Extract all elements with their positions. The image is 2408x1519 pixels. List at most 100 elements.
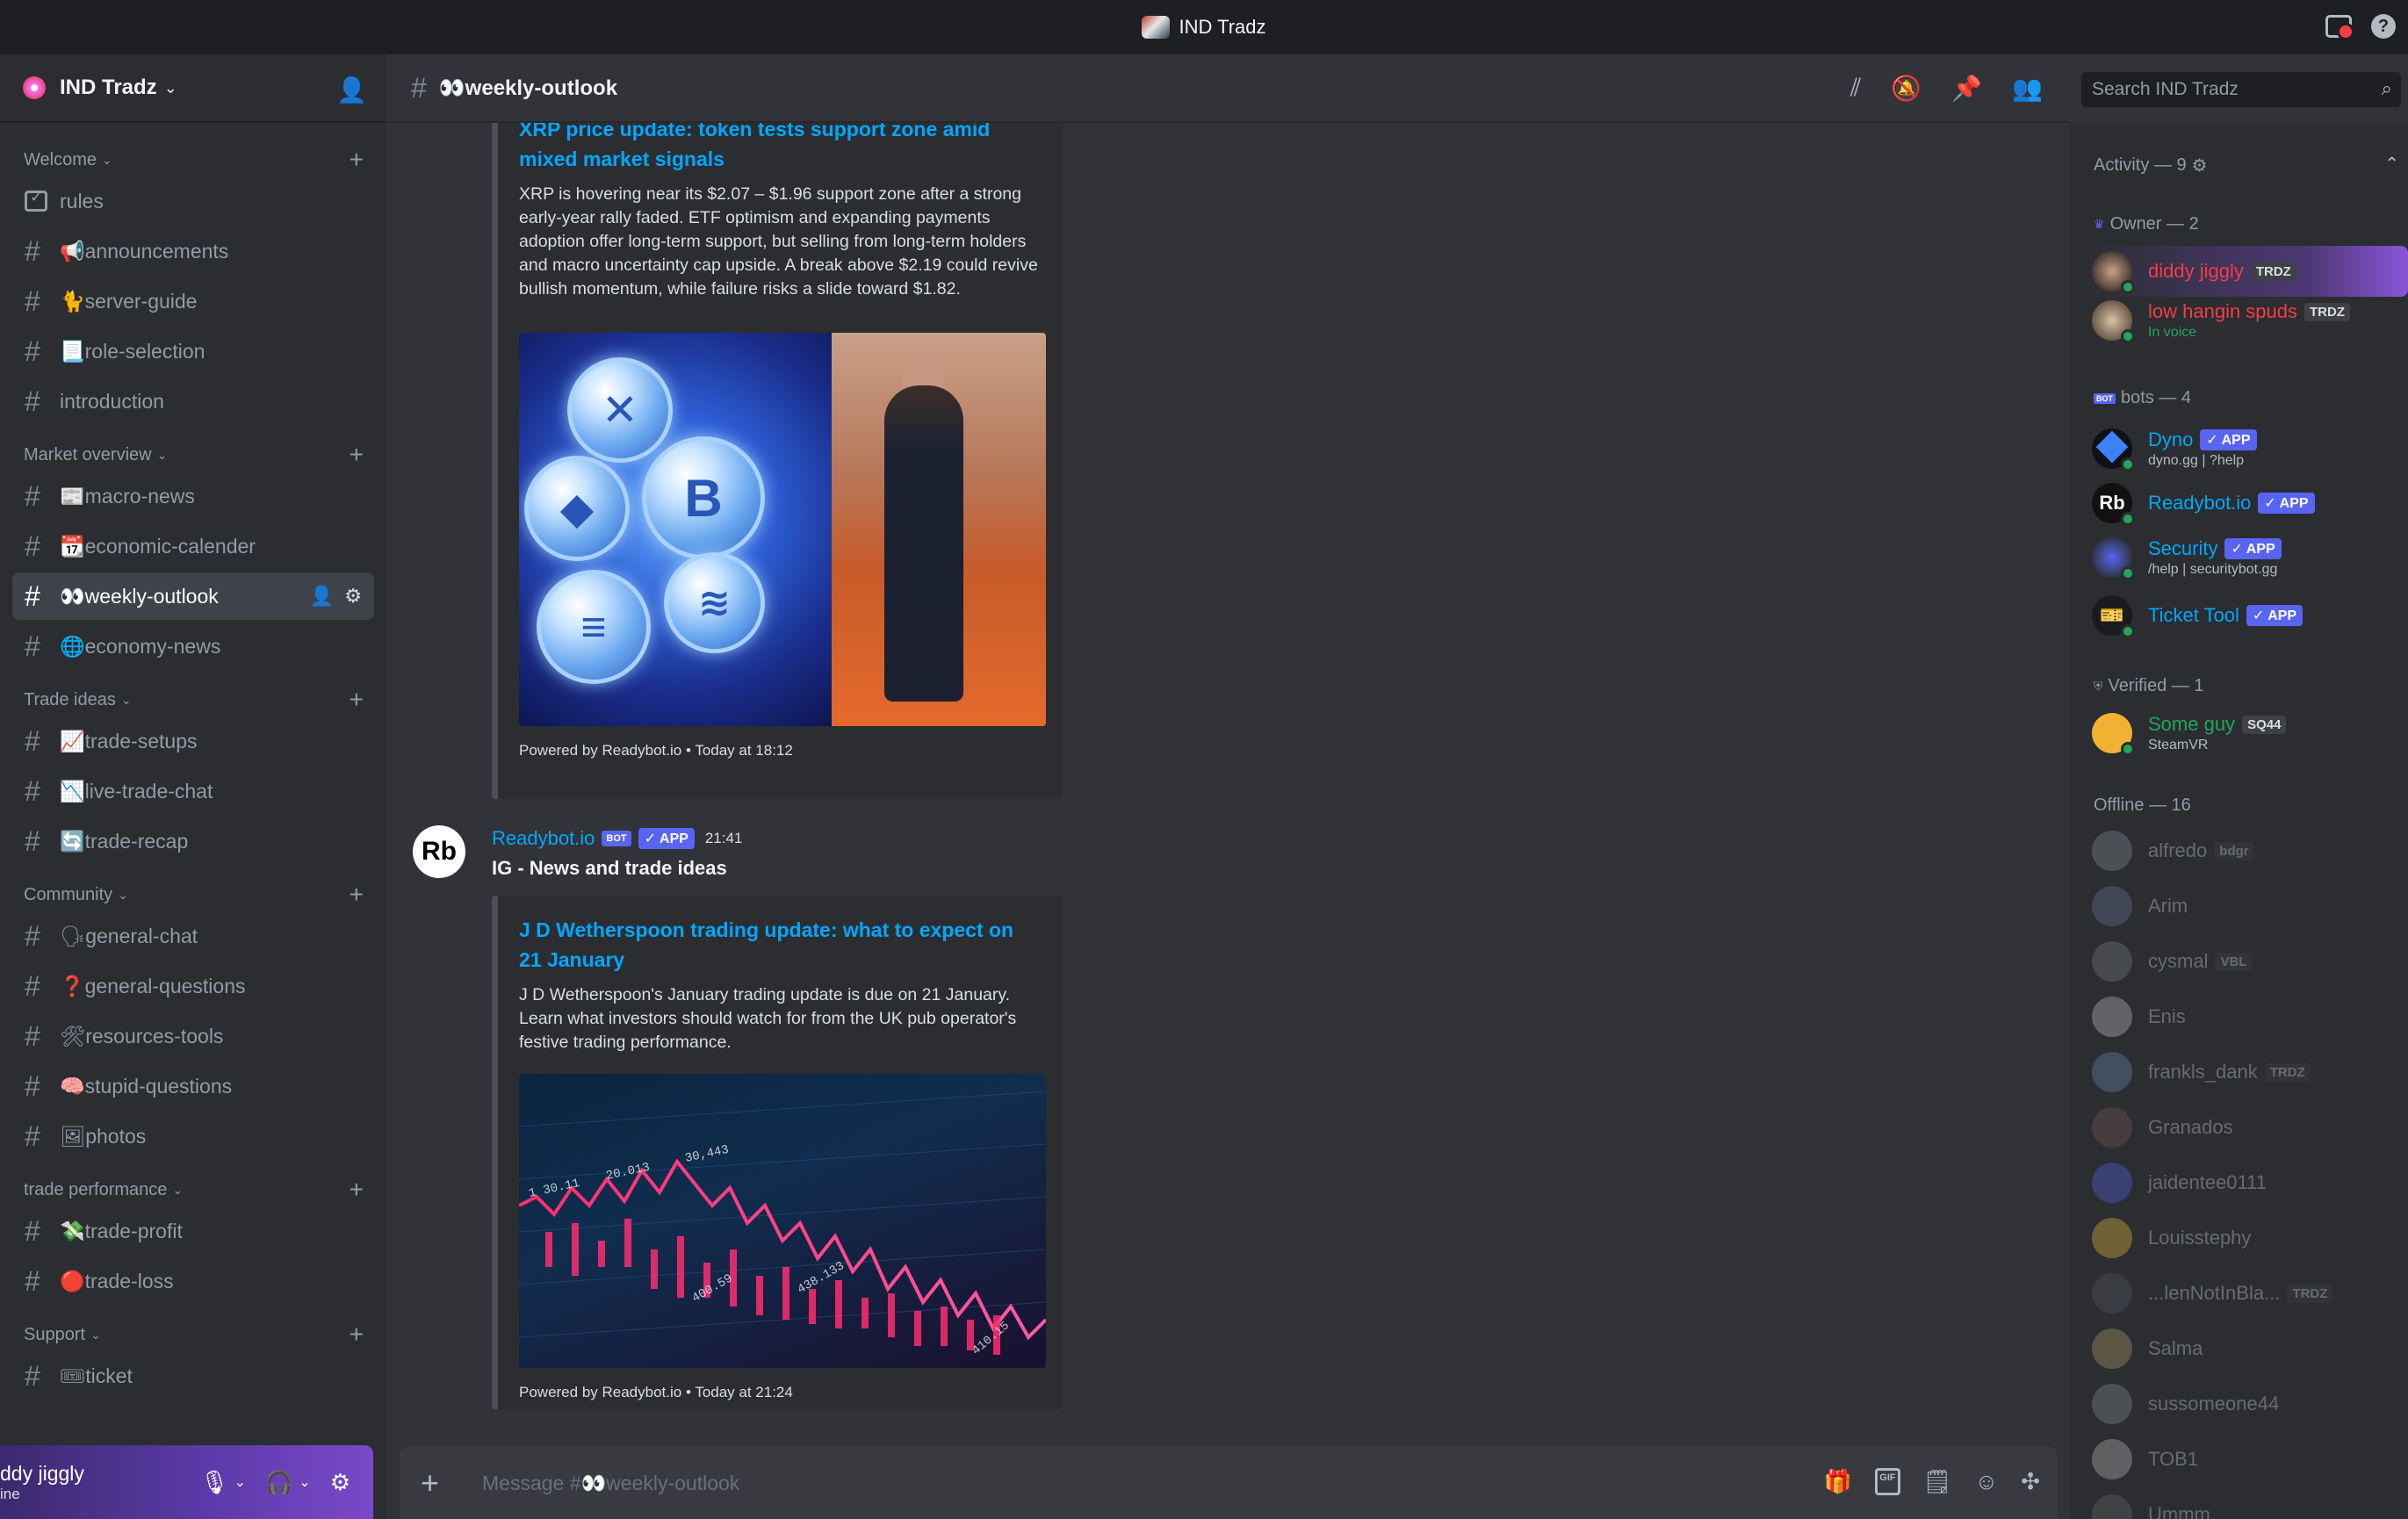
server-header[interactable]: IND Tradz ⌄ 👤 (0, 54, 386, 123)
member-item[interactable]: Arim (2080, 881, 2408, 932)
avatar (2092, 1218, 2132, 1258)
help-icon[interactable]: ? (2371, 14, 2396, 39)
create-invite-icon[interactable]: 👤 (310, 585, 334, 608)
microphone-icon[interactable]: 🎙 (199, 1469, 228, 1496)
category-welcome[interactable]: Welcome ⌄ + (12, 142, 374, 177)
member-item[interactable]: low hangin spuds TRDZ In voice (2080, 295, 2408, 346)
embed-title[interactable]: J D Wetherspoon trading update: what to … (519, 915, 1042, 975)
channel-rules[interactable]: rules (12, 177, 374, 225)
channel-role-selection[interactable]: # 📃role-selection (12, 328, 374, 375)
gift-icon[interactable]: 🎁 (1824, 1468, 1852, 1495)
invite-people-icon[interactable]: 👤 (336, 76, 367, 104)
member-name: frankls_dank (2148, 1061, 2258, 1083)
channel-trade-loss[interactable]: # 🔴trade-loss (12, 1257, 374, 1305)
notification-bell-muted-icon[interactable]: 🔕 (1891, 74, 1921, 103)
chevron-down-icon[interactable]: ⌄ (234, 1473, 246, 1491)
gear-icon[interactable]: ⚙ (2192, 155, 2208, 176)
channel-ticket[interactable]: # 🎟ticket (12, 1352, 374, 1400)
hash-icon: # (25, 969, 40, 1002)
channel-sidebar: IND Tradz ⌄ 👤 Welcome ⌄ + rules # 📢announ… (0, 54, 386, 1519)
add-channel-icon[interactable]: + (350, 688, 364, 712)
member-item[interactable]: Ummm (2080, 1489, 2408, 1519)
channel-general-questions[interactable]: # ❓general-questions (12, 962, 374, 1010)
channel-general-chat[interactable]: # 🗣general-chat (12, 912, 374, 960)
channel-live-trade-chat[interactable]: # 📉live-trade-chat (12, 767, 374, 815)
category-trade-performance[interactable]: trade performance ⌄ + (12, 1172, 374, 1207)
channel-trade-recap[interactable]: # 🔄trade-recap (12, 817, 374, 865)
member-item[interactable]: ...lenNotInBla... TRDZ (2080, 1268, 2408, 1319)
threads-icon[interactable]: ⫽ (1850, 74, 1862, 103)
member-item[interactable]: Granados (2080, 1102, 2408, 1153)
avatar (2092, 1163, 2132, 1203)
add-channel-icon[interactable]: + (350, 1322, 364, 1347)
channel-stupid-questions[interactable]: # 🧠stupid-questions (12, 1062, 374, 1110)
channel-announcements[interactable]: # 📢announcements (12, 227, 374, 275)
member-item[interactable]: sussomeone44 (2080, 1379, 2408, 1429)
embed-image[interactable]: 1 30.11 20.013 30,443 400.59 438.133 410… (519, 1074, 1046, 1368)
member-item[interactable]: TOB1 (2080, 1434, 2408, 1485)
category-trade-ideas[interactable]: Trade ideas ⌄ + (12, 682, 374, 717)
hash-icon: # (25, 824, 40, 857)
category-support[interactable]: Support ⌄ + (12, 1317, 374, 1352)
channel-trade-profit[interactable]: # 💸trade-profit (12, 1207, 374, 1255)
member-item[interactable]: Louisstephy (2080, 1213, 2408, 1263)
channel-photos[interactable]: # 🖼photos (12, 1112, 374, 1160)
add-channel-icon[interactable]: + (350, 148, 364, 172)
emoji-icon[interactable]: ☺ (1975, 1468, 1999, 1495)
channel-resources-tools[interactable]: # 🛠resources-tools (12, 1012, 374, 1060)
channel-trade-setups[interactable]: # 📈trade-setups (12, 717, 374, 765)
member-item[interactable]: Security ✓ APP /help | securitybot.gg (2080, 532, 2408, 583)
member-item[interactable]: jaidentee0111 (2080, 1157, 2408, 1208)
avatar-initials: Rb (2099, 492, 2125, 514)
member-item[interactable]: Dyno ✓ APP dyno.gg | ?help (2080, 423, 2408, 474)
avatar[interactable]: Rb (413, 825, 465, 878)
embed-title[interactable]: XRP price update: token tests support zo… (519, 123, 1042, 174)
member-item[interactable]: 🎫 Ticket Tool ✓ APP (2080, 590, 2408, 641)
category-market-overview[interactable]: Market overview ⌄ + (12, 437, 374, 472)
activity-header[interactable]: Activity — 9 ⚙ (2069, 155, 2208, 176)
member-name: Dyno (2148, 428, 2194, 450)
chevron-down-icon[interactable]: ⌄ (299, 1473, 310, 1491)
apps-icon[interactable]: ✣ (2021, 1468, 2040, 1495)
search-input[interactable] (2092, 79, 2355, 100)
member-item[interactable]: diddy jiggly TRDZ (2080, 246, 2408, 297)
member-list-icon[interactable]: 👥 (2012, 74, 2043, 103)
group-label: Offline — 16 (2094, 795, 2191, 815)
user-panel[interactable]: ddy jiggly ine 🎙 ⌄ 🎧 ⌄ ⚙ (0, 1445, 373, 1519)
member-item[interactable]: Enis (2080, 991, 2408, 1042)
add-channel-icon[interactable]: + (350, 443, 364, 467)
member-item[interactable]: cysmal VBL (2080, 936, 2408, 987)
chevron-up-icon[interactable]: ⌃ (2384, 153, 2399, 175)
headphones-icon[interactable]: 🎧 (265, 1469, 293, 1496)
add-channel-icon[interactable]: + (350, 882, 364, 907)
member-item[interactable]: Salma (2080, 1323, 2408, 1374)
shield-icon: ⛨ (2094, 679, 2103, 693)
message-input[interactable] (482, 1471, 1712, 1495)
channel-weekly-outlook[interactable]: # 👀weekly-outlook 👤 ⚙ (12, 572, 374, 620)
sticker-icon[interactable]: 🗒 (1923, 1468, 1952, 1495)
add-channel-icon[interactable]: + (350, 1177, 364, 1202)
channel-economic-calender[interactable]: # 📆economic-calender (12, 522, 374, 570)
gear-icon[interactable]: ⚙ (330, 1469, 350, 1496)
channel-macro-news[interactable]: # 📰macro-news (12, 472, 374, 520)
gear-icon[interactable]: ⚙ (344, 585, 362, 608)
member-item[interactable]: frankls_dank TRDZ (2080, 1047, 2408, 1098)
member-item[interactable]: alfredo bdgr (2080, 825, 2408, 876)
activity-label: Activity — 9 (2094, 155, 2187, 175)
pin-icon[interactable]: 📌 (1951, 74, 1982, 103)
search-bar[interactable]: ⌕ (2081, 72, 2401, 107)
group-owner: ♛ Owner — 2 (2069, 214, 2199, 234)
member-activity: In voice (2148, 325, 2197, 340)
channel-server-guide[interactable]: # 🐈server-guide (12, 277, 374, 325)
attach-plus-icon[interactable]: + (421, 1465, 482, 1501)
channel-introduction[interactable]: # introduction (12, 378, 374, 425)
embed-image[interactable]: ✕ ◆ B ≡ ≋ (519, 333, 1046, 726)
category-community[interactable]: Community ⌄ + (12, 877, 374, 912)
member-item[interactable]: Some guy SQ44 SteamVR (2080, 708, 2408, 759)
gif-icon[interactable]: GIF (1875, 1468, 1900, 1495)
channel-label: 🛠resources-tools (60, 1024, 224, 1047)
inbox-icon[interactable] (2325, 15, 2354, 40)
member-item[interactable]: Rb Readybot.io ✓ APP (2080, 478, 2408, 529)
channel-economy-news[interactable]: # 🌐economy-news (12, 623, 374, 670)
message-author[interactable]: Readybot.io (492, 827, 595, 850)
